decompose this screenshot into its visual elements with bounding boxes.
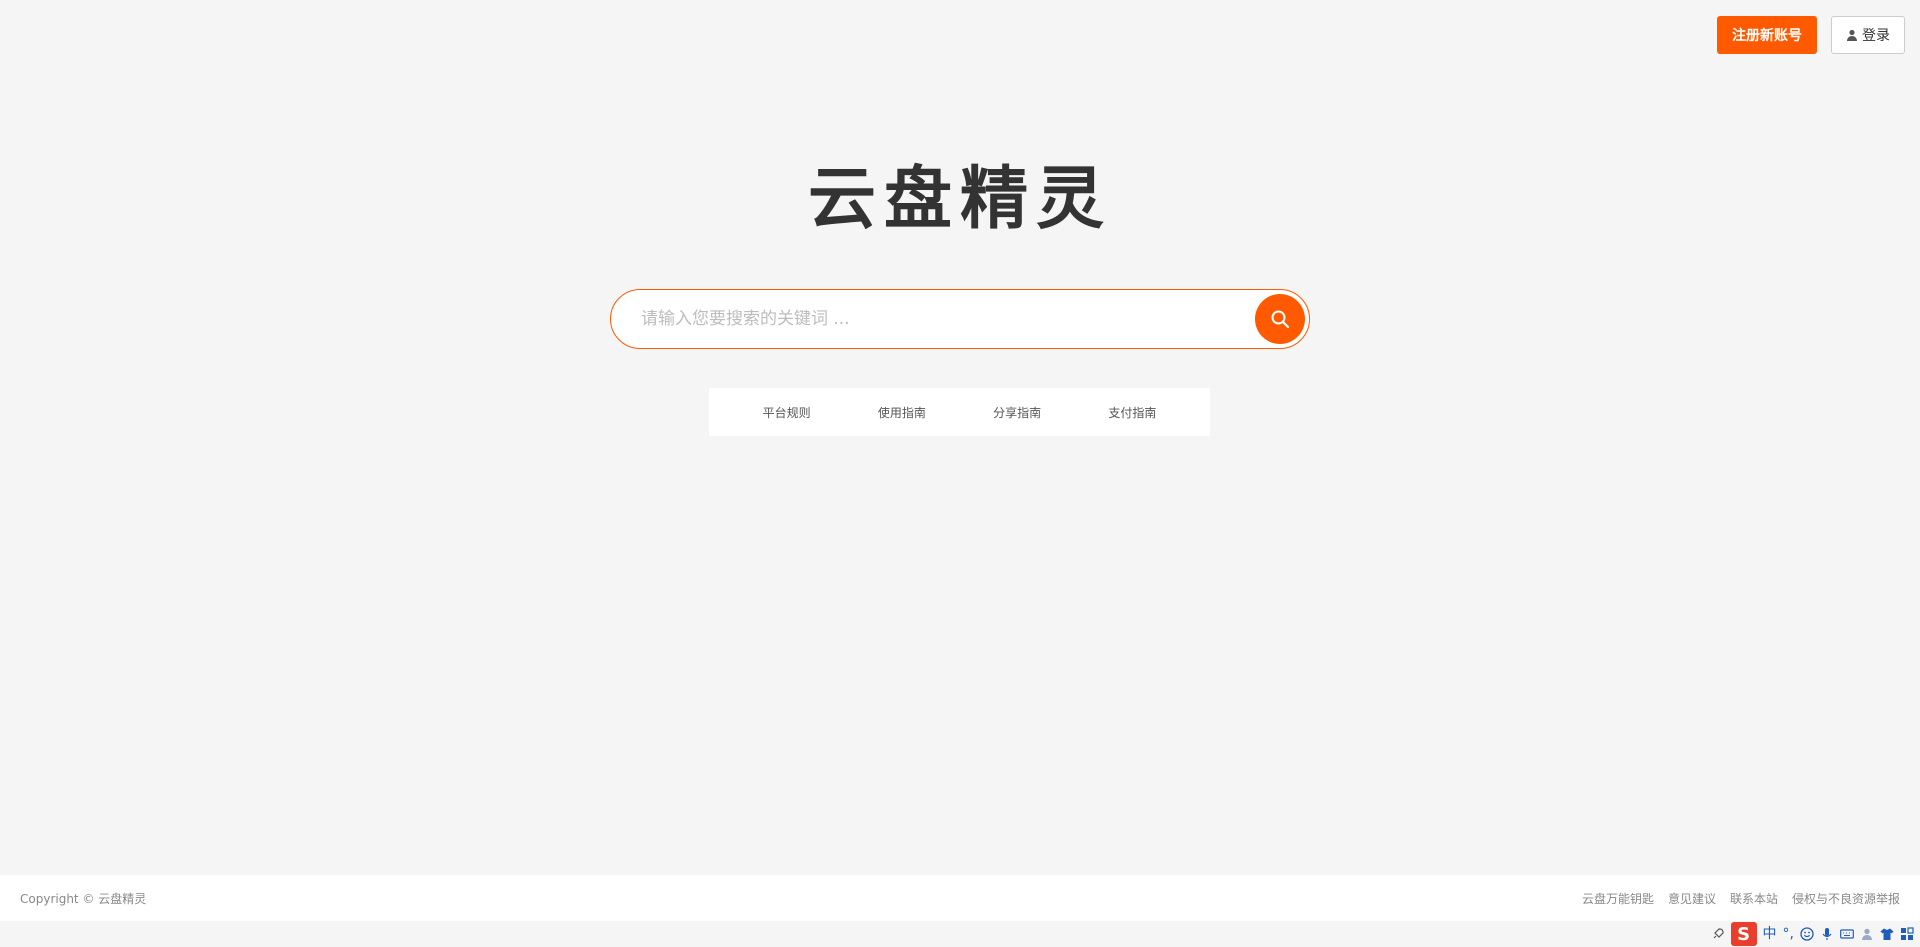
- footer-link-contact[interactable]: 联系本站: [1730, 890, 1778, 907]
- toolbox-icon[interactable]: [1900, 927, 1914, 941]
- ime-punct-toggle[interactable]: °,: [1783, 926, 1794, 942]
- footer: Copyright © 云盘精灵 云盘万能钥匙 意见建议 联系本站 侵权与不良资…: [0, 875, 1920, 921]
- nav-item-usage-guide[interactable]: 使用指南: [878, 404, 926, 421]
- site-logo: 云盘精灵: [807, 160, 1112, 239]
- footer-link-feedback[interactable]: 意见建议: [1668, 890, 1716, 907]
- emoji-icon[interactable]: [1800, 927, 1814, 941]
- footer-link-master-key[interactable]: 云盘万能钥匙: [1582, 890, 1654, 907]
- user-icon[interactable]: [1860, 927, 1874, 941]
- page: 注册新账号 登录 云盘精灵 平台规则 使用指南 分享指南 支付指南 Copyri…: [0, 0, 1920, 947]
- auth-buttons: 注册新账号 登录: [1717, 16, 1905, 54]
- register-button[interactable]: 注册新账号: [1717, 16, 1817, 54]
- footer-links: 云盘万能钥匙 意见建议 联系本站 侵权与不良资源举报: [1582, 890, 1900, 907]
- search-box: [610, 289, 1310, 349]
- ime-logo[interactable]: S: [1730, 922, 1757, 946]
- ime-mode-toggle[interactable]: 中: [1763, 926, 1777, 942]
- nav-item-platform-rules[interactable]: 平台规则: [763, 404, 811, 421]
- user-icon: [1847, 29, 1857, 41]
- rocket-icon[interactable]: [1711, 927, 1725, 941]
- guide-nav: 平台规则 使用指南 分享指南 支付指南: [709, 388, 1210, 436]
- search-input[interactable]: [611, 290, 1255, 348]
- search-icon: [1271, 310, 1290, 329]
- footer-link-report[interactable]: 侵权与不良资源举报: [1792, 890, 1900, 907]
- nav-item-payment-guide[interactable]: 支付指南: [1108, 404, 1156, 421]
- microphone-icon[interactable]: [1820, 927, 1834, 941]
- skin-icon[interactable]: [1880, 927, 1894, 941]
- copyright-text: Copyright © 云盘精灵: [20, 891, 147, 906]
- keyboard-icon[interactable]: [1840, 927, 1854, 941]
- nav-item-share-guide[interactable]: 分享指南: [993, 404, 1041, 421]
- login-label: 登录: [1862, 28, 1890, 44]
- search-button[interactable]: [1255, 294, 1305, 344]
- ime-toolbar: S 中 °,: [1704, 921, 1920, 947]
- login-button[interactable]: 登录: [1831, 16, 1905, 54]
